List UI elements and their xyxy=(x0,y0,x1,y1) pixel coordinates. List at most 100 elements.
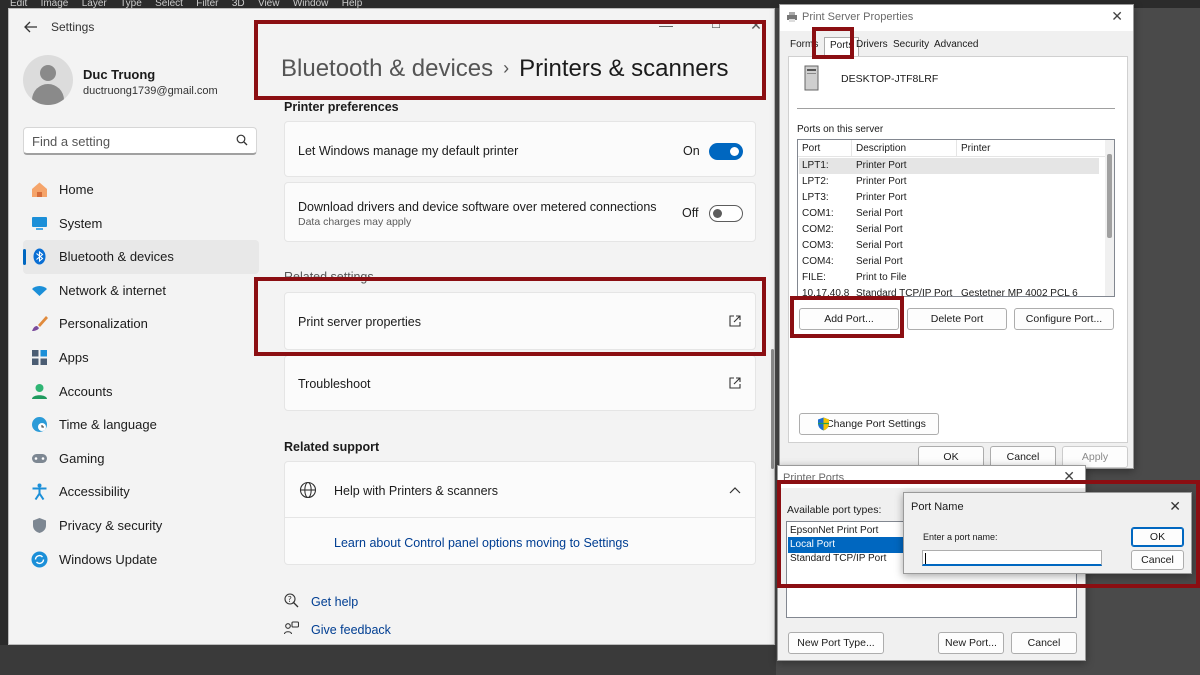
back-button[interactable] xyxy=(21,17,41,37)
highlight-breadcrumb xyxy=(254,20,766,100)
port-description: Serial Port xyxy=(856,224,903,235)
sidebar-item-network[interactable]: Network & internet xyxy=(23,274,259,308)
sidebar-item-label: Time & language xyxy=(59,417,157,433)
home-icon xyxy=(32,182,47,197)
bg-menu-item: Select xyxy=(155,0,183,8)
setting-label: Let Windows manage my default printer xyxy=(298,144,519,158)
update-icon xyxy=(31,551,48,568)
get-help-row[interactable]: ? Get help xyxy=(284,592,484,612)
search-input[interactable] xyxy=(32,132,222,150)
tab-drivers[interactable]: Drivers xyxy=(856,39,888,50)
sidebar-item-accessibility[interactable]: Accessibility xyxy=(23,475,259,509)
sidebar-item-bluetooth-devices[interactable]: Bluetooth & devices xyxy=(23,240,259,274)
bg-menu-item: 3D xyxy=(231,0,245,8)
configure-port-button[interactable]: Configure Port... xyxy=(1014,308,1114,330)
sidebar-item-system[interactable]: System xyxy=(23,207,259,241)
content-scrollbar[interactable] xyxy=(771,349,774,469)
new-port-button[interactable]: New Port... xyxy=(938,632,1004,654)
computer-name: DESKTOP-JTF8LRF xyxy=(841,73,939,85)
sidebar-item-windows-update[interactable]: Windows Update xyxy=(23,543,259,577)
printer-icon xyxy=(787,12,797,22)
bg-menu-item: Window xyxy=(292,0,329,8)
port-row[interactable]: LPT3: Printer Port xyxy=(799,190,1099,206)
highlight-print-server-properties xyxy=(254,277,766,356)
ports-list-header: Port Description Printer xyxy=(798,140,1114,157)
column-header-port[interactable]: Port xyxy=(802,143,820,154)
change-port-settings-button[interactable]: Change Port Settings xyxy=(799,413,939,435)
user-profile[interactable]: Duc Truong ductruong1739@gmail.com xyxy=(23,55,263,115)
bluetooth-icon xyxy=(33,248,46,265)
bg-menu-item: Layer xyxy=(81,0,107,8)
highlight-port-name-dialog xyxy=(777,480,1200,588)
port-row[interactable]: LPT1: Printer Port xyxy=(799,158,1099,174)
give-feedback-link[interactable]: Give feedback xyxy=(311,623,391,637)
accessibility-icon xyxy=(32,483,47,501)
tab-security[interactable]: Security xyxy=(893,39,929,50)
svg-text:?: ? xyxy=(288,595,292,604)
accounts-icon xyxy=(32,383,47,399)
control-panel-help-link[interactable]: Learn about Control panel options moving… xyxy=(334,536,629,550)
gamepad-icon xyxy=(32,453,47,463)
system-icon xyxy=(32,216,47,230)
help-expander-header[interactable]: Help with Printers & scanners xyxy=(285,462,755,518)
column-header-description[interactable]: Description xyxy=(856,143,906,154)
ports-list-label: Ports on this server xyxy=(797,124,884,135)
profile-email: ductruong1739@gmail.com xyxy=(83,85,218,97)
troubleshoot-link[interactable]: Troubleshoot xyxy=(284,355,756,411)
delete-port-button[interactable]: Delete Port xyxy=(907,308,1007,330)
ports-list-scrollbar[interactable] xyxy=(1105,140,1114,296)
external-link-icon xyxy=(729,377,741,389)
setting-label: Download drivers and device software ove… xyxy=(298,200,657,214)
ports-tab-panel: DESKTOP-JTF8LRF Ports on this server Por… xyxy=(788,56,1128,443)
sidebar-item-label: Accounts xyxy=(59,383,113,399)
port-description: Print to File xyxy=(856,272,907,283)
port-description: Printer Port xyxy=(856,176,907,187)
default-printer-setting[interactable]: Let Windows manage my default printer On xyxy=(284,121,756,177)
sidebar-item-label: Bluetooth & devices xyxy=(59,249,174,265)
uac-shield-icon xyxy=(818,417,829,431)
port-row[interactable]: LPT2: Printer Port xyxy=(799,174,1099,190)
port-description: Serial Port xyxy=(856,256,903,267)
back-arrow-icon xyxy=(24,21,37,33)
column-header-printer[interactable]: Printer xyxy=(961,143,990,154)
port-row[interactable]: COM3: Serial Port xyxy=(799,238,1099,254)
search-box[interactable] xyxy=(23,127,257,155)
default-printer-toggle[interactable] xyxy=(709,143,743,160)
sidebar-item-label: Home xyxy=(59,182,94,197)
metered-connection-setting[interactable]: Download drivers and device software ove… xyxy=(284,182,756,242)
help-expander-title: Help with Printers & scanners xyxy=(334,484,498,498)
port-row[interactable]: FILE: Print to File xyxy=(799,270,1099,286)
get-help-icon: ? xyxy=(284,593,299,608)
sidebar-item-apps[interactable]: Apps xyxy=(23,341,259,375)
port-row[interactable]: COM4: Serial Port xyxy=(799,254,1099,270)
sidebar-item-time-language[interactable]: Time & language xyxy=(23,408,259,442)
sidebar-item-label: Personalization xyxy=(59,316,148,332)
port-row[interactable]: COM1: Serial Port xyxy=(799,206,1099,222)
sidebar-item-privacy-security[interactable]: Privacy & security xyxy=(23,509,259,543)
computer-tower-icon xyxy=(804,65,819,91)
sidebar-item-gaming[interactable]: Gaming xyxy=(23,442,259,476)
give-feedback-row[interactable]: Give feedback xyxy=(284,620,484,640)
port-name: COM4: xyxy=(802,256,834,267)
sidebar-item-home[interactable]: Home xyxy=(23,173,259,207)
port-row[interactable]: COM2: Serial Port xyxy=(799,222,1099,238)
setting-description: Data charges may apply xyxy=(298,216,412,228)
divider xyxy=(797,108,1115,109)
get-help-link[interactable]: Get help xyxy=(311,595,358,609)
sidebar-item-personalization[interactable]: Personalization xyxy=(23,307,259,341)
tab-advanced[interactable]: Advanced xyxy=(934,39,978,50)
new-port-type-button[interactable]: New Port Type... xyxy=(788,632,884,654)
sidebar-item-accounts[interactable]: Accounts xyxy=(23,375,259,409)
feedback-icon xyxy=(284,621,299,635)
section-title-related-support: Related support xyxy=(284,440,380,454)
sidebar-item-label: System xyxy=(59,215,103,231)
metered-download-toggle[interactable] xyxy=(709,205,743,222)
cancel-button[interactable]: Cancel xyxy=(1011,632,1077,654)
chevron-up-icon[interactable] xyxy=(729,486,741,494)
bg-menu-item: Help xyxy=(341,0,363,8)
bg-menu-item: Image xyxy=(40,0,69,8)
bg-menu-item: Type xyxy=(120,0,142,8)
ports-list[interactable]: Port Description Printer LPT1: Printer Po… xyxy=(797,139,1115,297)
dialog-close-button[interactable]: ✕ xyxy=(1111,8,1123,25)
highlight-ports-tab xyxy=(812,27,854,59)
